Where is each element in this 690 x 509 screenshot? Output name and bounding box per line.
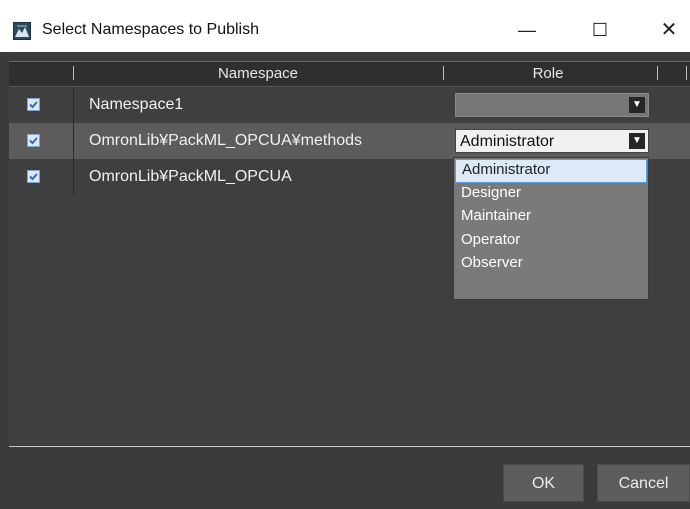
grid-header: Namespace Role	[9, 62, 690, 87]
column-separator[interactable]	[657, 66, 658, 80]
role-option-designer[interactable]: Designer	[455, 183, 647, 207]
table-row-selected[interactable]: OmronLib¥PackML_OPCUA¥methods Administra…	[9, 123, 690, 159]
namespace-cell: Namespace1	[89, 96, 184, 113]
minimize-button[interactable]: —	[505, 14, 549, 46]
row-checkbox[interactable]	[27, 170, 40, 183]
role-option-observer[interactable]: Observer	[455, 253, 647, 277]
ok-button[interactable]: OK	[503, 464, 584, 502]
window-title: Select Namespaces to Publish	[42, 21, 259, 38]
title-bar: Select Namespaces to Publish — ☐ ✕	[0, 0, 690, 52]
role-option-administrator[interactable]: Administrator	[455, 159, 647, 183]
role-option-maintainer[interactable]: Maintainer	[455, 206, 647, 230]
cell-divider	[73, 123, 74, 159]
row-checkbox[interactable]	[27, 134, 40, 147]
cell-divider	[73, 87, 74, 123]
dropdown-arrow-icon[interactable]: ▼	[629, 97, 645, 113]
app-icon	[13, 22, 31, 40]
role-dropdown-list[interactable]: Administrator Designer Maintainer Operat…	[453, 157, 649, 300]
namespace-cell: OmronLib¥PackML_OPCUA	[89, 168, 292, 185]
role-combobox[interactable]: Administrator ▼	[455, 129, 649, 153]
column-separator[interactable]	[443, 66, 444, 80]
role-combobox-value: Administrator	[460, 133, 555, 150]
cancel-button[interactable]: Cancel	[597, 464, 690, 502]
role-combobox[interactable]: ▼	[455, 93, 649, 117]
namespace-cell: OmronLib¥PackML_OPCUA¥methods	[89, 132, 363, 149]
row-checkbox[interactable]	[27, 98, 40, 111]
role-option-operator[interactable]: Operator	[455, 230, 647, 254]
cell-divider	[73, 159, 74, 195]
close-button[interactable]: ✕	[647, 14, 690, 46]
column-header-namespace[interactable]: Namespace	[73, 65, 443, 82]
column-separator[interactable]	[686, 66, 687, 80]
column-header-role[interactable]: Role	[445, 65, 651, 82]
maximize-button[interactable]: ☐	[578, 14, 622, 46]
table-row[interactable]: Namespace1 ▼	[9, 87, 690, 123]
dropdown-arrow-icon[interactable]: ▼	[629, 133, 645, 149]
